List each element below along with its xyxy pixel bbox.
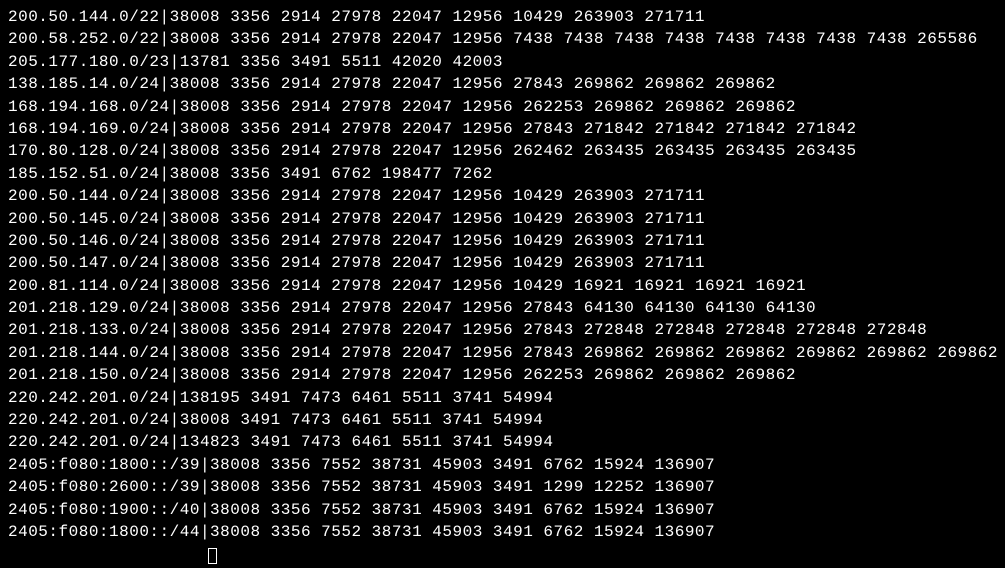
route-as-path: 38008 3356 2914 27978 22047 12956 7438 7… bbox=[170, 30, 978, 48]
route-prefix: 200.50.144.0/22 bbox=[8, 8, 160, 26]
route-as-path: 38008 3356 2914 27978 22047 12956 10429 … bbox=[170, 277, 806, 295]
route-line: 2405:f080:1800::/39|38008 3356 7552 3873… bbox=[8, 454, 997, 476]
route-as-path: 38008 3356 2914 27978 22047 12956 27843 … bbox=[180, 321, 928, 339]
route-line: 2405:f080:1900::/40|38008 3356 7552 3873… bbox=[8, 499, 997, 521]
route-prefix: 2405:f080:2600::/39 bbox=[8, 478, 200, 496]
route-prefix: 200.50.145.0/24 bbox=[8, 210, 160, 228]
route-as-path: 38008 3356 7552 38731 45903 3491 6762 15… bbox=[210, 523, 715, 541]
route-line: 220.242.201.0/24|138195 3491 7473 6461 5… bbox=[8, 387, 997, 409]
separator: | bbox=[160, 142, 170, 160]
route-prefix: 168.194.168.0/24 bbox=[8, 98, 170, 116]
route-line: 168.194.169.0/24|38008 3356 2914 27978 2… bbox=[8, 118, 997, 140]
route-line: 185.152.51.0/24|38008 3356 3491 6762 198… bbox=[8, 163, 997, 185]
route-prefix: 220.242.201.0/24 bbox=[8, 411, 170, 429]
route-line: 201.218.150.0/24|38008 3356 2914 27978 2… bbox=[8, 364, 997, 386]
route-as-path: 38008 3356 2914 27978 22047 12956 10429 … bbox=[170, 8, 705, 26]
terminal-output: 200.50.144.0/22|38008 3356 2914 27978 22… bbox=[8, 6, 997, 533]
separator: | bbox=[160, 187, 170, 205]
route-as-path: 38008 3356 2914 27978 22047 12956 10429 … bbox=[170, 232, 705, 250]
route-as-path: 38008 3356 2914 27978 22047 12956 262253… bbox=[180, 98, 796, 116]
route-prefix: 200.50.147.0/24 bbox=[8, 254, 160, 272]
route-as-path: 38008 3356 2914 27978 22047 12956 10429 … bbox=[170, 210, 705, 228]
route-line: 201.218.129.0/24|38008 3356 2914 27978 2… bbox=[8, 297, 997, 319]
separator: | bbox=[160, 8, 170, 26]
route-line: 138.185.14.0/24|38008 3356 2914 27978 22… bbox=[8, 73, 997, 95]
separator: | bbox=[200, 523, 210, 541]
separator: | bbox=[170, 53, 180, 71]
separator: | bbox=[160, 254, 170, 272]
separator: | bbox=[170, 433, 180, 451]
route-as-path: 38008 3356 7552 38731 45903 3491 6762 15… bbox=[210, 501, 715, 519]
route-as-path: 38008 3356 3491 6762 198477 7262 bbox=[170, 165, 493, 183]
route-line: 200.58.252.0/22|38008 3356 2914 27978 22… bbox=[8, 28, 997, 50]
route-as-path: 38008 3356 2914 27978 22047 12956 10429 … bbox=[170, 187, 705, 205]
separator: | bbox=[160, 232, 170, 250]
route-prefix: 200.50.144.0/24 bbox=[8, 187, 160, 205]
separator: | bbox=[170, 389, 180, 407]
route-prefix: 185.152.51.0/24 bbox=[8, 165, 160, 183]
cursor-row bbox=[8, 545, 997, 567]
route-line: 168.194.168.0/24|38008 3356 2914 27978 2… bbox=[8, 96, 997, 118]
route-prefix: 2405:f080:1800::/39 bbox=[8, 456, 200, 474]
route-prefix: 2405:f080:1800::/44 bbox=[8, 523, 200, 541]
separator: | bbox=[160, 277, 170, 295]
separator: | bbox=[170, 366, 180, 384]
route-as-path: 38008 3356 2914 27978 22047 12956 27843 … bbox=[180, 299, 816, 317]
route-prefix: 220.242.201.0/24 bbox=[8, 389, 170, 407]
separator: | bbox=[160, 165, 170, 183]
separator: | bbox=[200, 456, 210, 474]
route-line: 220.242.201.0/24|38008 3491 7473 6461 55… bbox=[8, 409, 997, 431]
route-prefix: 201.218.129.0/24 bbox=[8, 299, 170, 317]
route-prefix: 201.218.133.0/24 bbox=[8, 321, 170, 339]
terminal-cursor bbox=[208, 548, 217, 564]
route-as-path: 38008 3356 2914 27978 22047 12956 27843 … bbox=[180, 120, 857, 138]
route-as-path: 38008 3356 2914 27978 22047 12956 262253… bbox=[180, 366, 796, 384]
route-line: 200.50.147.0/24|38008 3356 2914 27978 22… bbox=[8, 252, 997, 274]
separator: | bbox=[160, 75, 170, 93]
route-prefix: 205.177.180.0/23 bbox=[8, 53, 170, 71]
route-line: 2405:f080:2600::/39|38008 3356 7552 3873… bbox=[8, 476, 997, 498]
route-as-path: 38008 3356 7552 38731 45903 3491 1299 12… bbox=[210, 478, 715, 496]
route-as-path: 13781 3356 3491 5511 42020 42003 bbox=[180, 53, 503, 71]
route-line: 200.50.144.0/22|38008 3356 2914 27978 22… bbox=[8, 6, 997, 28]
separator: | bbox=[170, 98, 180, 116]
separator: | bbox=[170, 411, 180, 429]
route-as-path: 38008 3356 2914 27978 22047 12956 27843 … bbox=[180, 344, 998, 362]
route-line: 220.242.201.0/24|134823 3491 7473 6461 5… bbox=[8, 431, 997, 453]
separator: | bbox=[200, 478, 210, 496]
separator: | bbox=[160, 30, 170, 48]
route-prefix: 200.81.114.0/24 bbox=[8, 277, 160, 295]
route-as-path: 134823 3491 7473 6461 5511 3741 54994 bbox=[180, 433, 554, 451]
separator: | bbox=[170, 321, 180, 339]
separator: | bbox=[160, 210, 170, 228]
route-line: 205.177.180.0/23|13781 3356 3491 5511 42… bbox=[8, 51, 997, 73]
route-prefix: 220.242.201.0/24 bbox=[8, 433, 170, 451]
separator: | bbox=[170, 120, 180, 138]
route-prefix: 201.218.150.0/24 bbox=[8, 366, 170, 384]
route-line: 170.80.128.0/24|38008 3356 2914 27978 22… bbox=[8, 140, 997, 162]
route-prefix: 200.50.146.0/24 bbox=[8, 232, 160, 250]
route-as-path: 38008 3491 7473 6461 5511 3741 54994 bbox=[180, 411, 544, 429]
route-prefix: 138.185.14.0/24 bbox=[8, 75, 160, 93]
route-as-path: 38008 3356 7552 38731 45903 3491 6762 15… bbox=[210, 456, 715, 474]
route-line: 200.50.144.0/24|38008 3356 2914 27978 22… bbox=[8, 185, 997, 207]
separator: | bbox=[170, 344, 180, 362]
route-as-path: 38008 3356 2914 27978 22047 12956 10429 … bbox=[170, 254, 705, 272]
route-as-path: 38008 3356 2914 27978 22047 12956 262462… bbox=[170, 142, 857, 160]
route-line: 201.218.144.0/24|38008 3356 2914 27978 2… bbox=[8, 342, 997, 364]
route-line: 200.50.146.0/24|38008 3356 2914 27978 22… bbox=[8, 230, 997, 252]
route-line: 200.50.145.0/24|38008 3356 2914 27978 22… bbox=[8, 208, 997, 230]
route-as-path: 138195 3491 7473 6461 5511 3741 54994 bbox=[180, 389, 554, 407]
route-prefix: 2405:f080:1900::/40 bbox=[8, 501, 200, 519]
separator: | bbox=[200, 501, 210, 519]
route-prefix: 201.218.144.0/24 bbox=[8, 344, 170, 362]
route-line: 201.218.133.0/24|38008 3356 2914 27978 2… bbox=[8, 319, 997, 341]
route-as-path: 38008 3356 2914 27978 22047 12956 27843 … bbox=[170, 75, 776, 93]
route-prefix: 168.194.169.0/24 bbox=[8, 120, 170, 138]
route-line: 200.81.114.0/24|38008 3356 2914 27978 22… bbox=[8, 275, 997, 297]
route-prefix: 200.58.252.0/22 bbox=[8, 30, 160, 48]
route-line: 2405:f080:1800::/44|38008 3356 7552 3873… bbox=[8, 521, 997, 543]
separator: | bbox=[170, 299, 180, 317]
route-prefix: 170.80.128.0/24 bbox=[8, 142, 160, 160]
